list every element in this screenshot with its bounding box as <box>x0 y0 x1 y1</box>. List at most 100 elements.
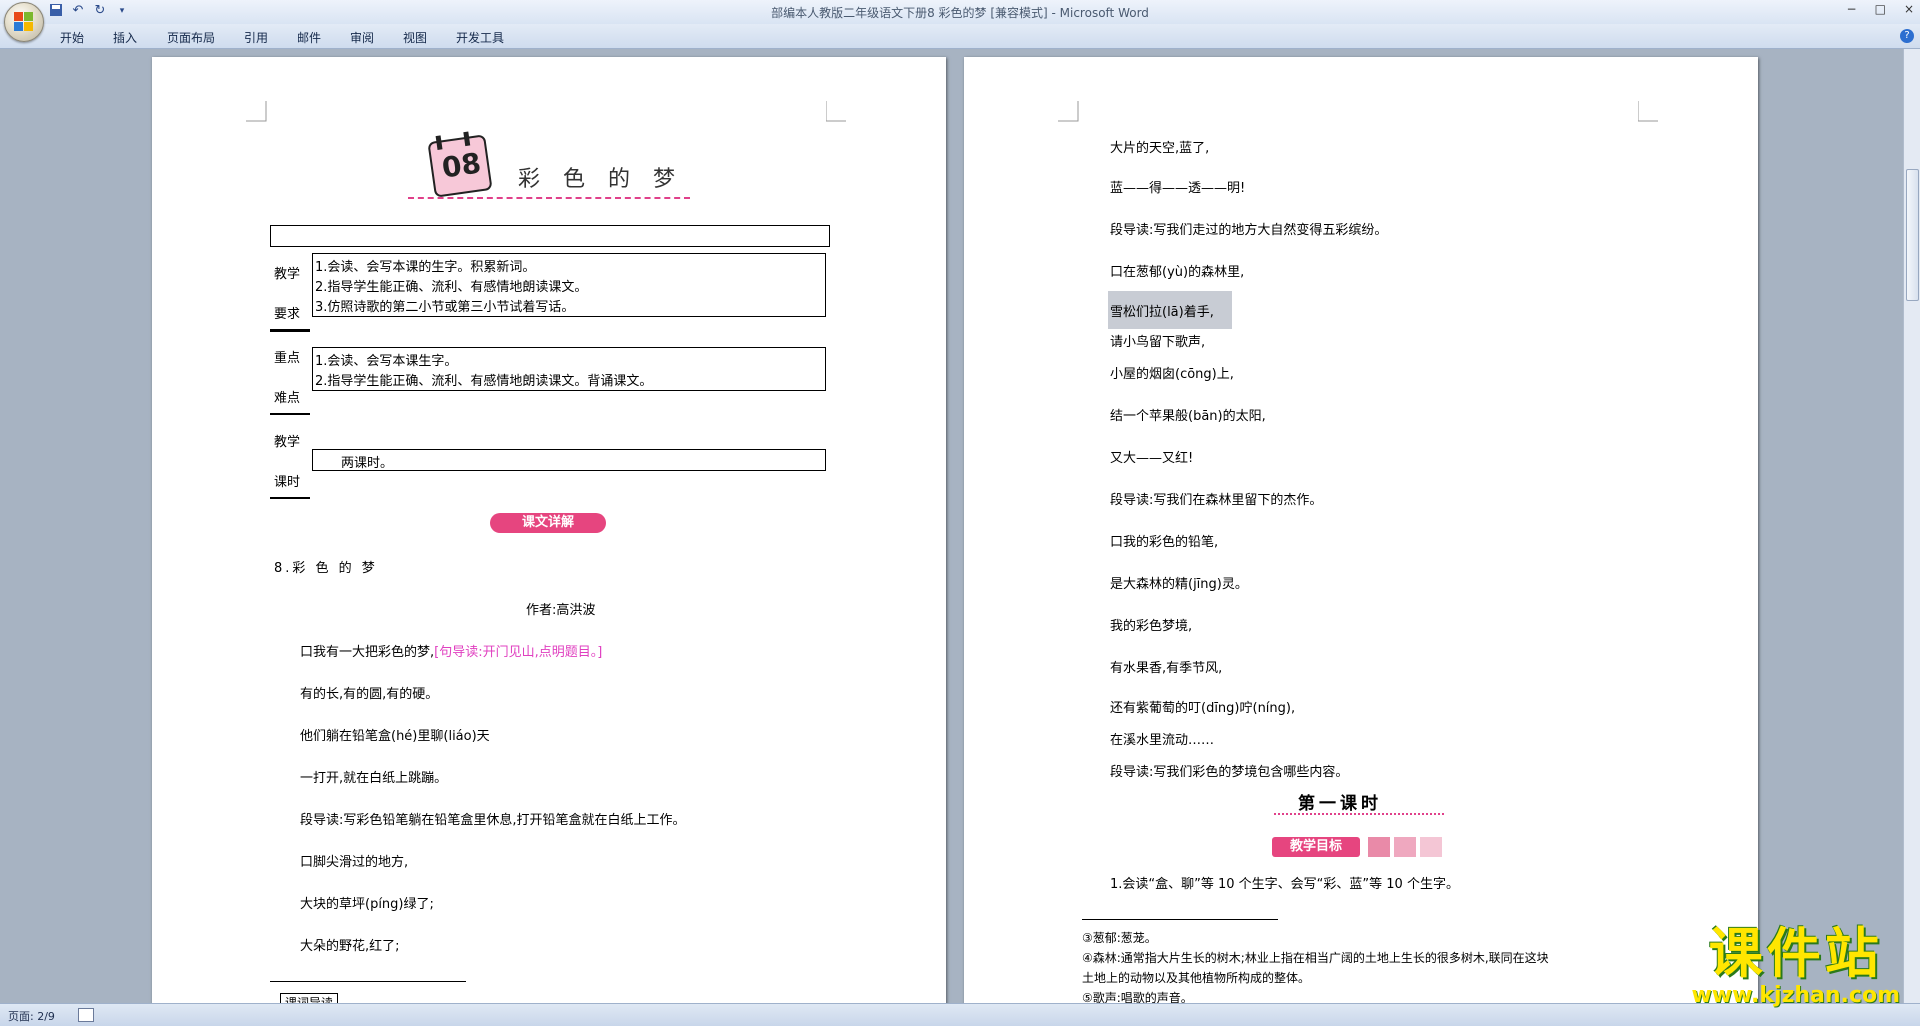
office-logo-icon <box>14 12 34 32</box>
tab-developer[interactable]: 开发工具 <box>456 29 504 46</box>
text-line: 口我的彩色的铅笔, <box>1110 535 1219 550</box>
help-icon[interactable]: ? <box>1900 29 1914 43</box>
footnote: 土地上的动物以及其他植物所构成的整体。 <box>1082 971 1311 985</box>
periods-value: 两课时。 <box>341 456 394 471</box>
text-line: 蓝——得——透——明! <box>1110 181 1246 196</box>
tab-insert[interactable]: 插入 <box>113 29 137 46</box>
margin-corner-mark <box>1638 101 1658 122</box>
document-page-right[interactable]: 大片的天空,蓝了, 蓝——得——透——明! 段导读:写我们走过的地方大自然变得五… <box>964 57 1758 1003</box>
quick-access-toolbar: ↶ ↻ ▾ <box>48 3 130 19</box>
title-bar: 部编本人教版二年级语文下册8 彩色的梦 [兼容模式] - Microsoft W… <box>0 0 1920 24</box>
goal-badge-deco <box>1394 837 1416 857</box>
text-line: 有水果香,有季节风, <box>1110 661 1223 676</box>
goal-badge-deco <box>1420 837 1442 857</box>
tab-view[interactable]: 视图 <box>403 29 427 46</box>
goal-badge-deco <box>1368 837 1390 857</box>
tab-mailings[interactable]: 邮件 <box>297 29 321 46</box>
requirement-item: 3.仿照诗歌的第二小节或第三小节试着写话。 <box>315 300 575 315</box>
goal-item: 1.会读“盒、聊”等 10 个生字、会写“彩、蓝”等 10 个生字。 <box>1110 877 1459 892</box>
watermark-title: 课件站 <box>1708 922 1883 985</box>
window-controls: − □ × <box>1847 2 1914 16</box>
text-line: 结一个苹果般(bān)的太阳, <box>1110 409 1266 424</box>
tab-home[interactable]: 开始 <box>60 29 84 46</box>
office-button[interactable] <box>4 2 44 42</box>
text-author: 作者:高洪波 <box>526 603 596 618</box>
row-label-teaching: 教学 <box>274 267 301 282</box>
page-count[interactable]: 页面: 2/9 <box>8 1008 55 1024</box>
redo-icon[interactable]: ↻ <box>92 3 108 19</box>
periods-box: 两课时。 <box>312 449 826 471</box>
requirements-box: 1.会读、会写本课的生字。积累新词。 2.指导学生能正确、流利、有感情地朗读课文… <box>312 253 826 317</box>
tab-references[interactable]: 引用 <box>244 29 268 46</box>
requirement-item: 2.指导学生能正确、流利、有感情地朗读课文。 <box>315 280 588 295</box>
row-label-requirements: 要求 <box>274 307 301 322</box>
text-line: 一打开,就在白纸上跳蹦。 <box>300 771 448 786</box>
margin-corner-mark <box>1058 101 1079 122</box>
text-line: 他们躺在铅笔盒(hé)里聊(liáo)天 <box>300 729 490 744</box>
customize-qat-icon[interactable]: ▾ <box>114 3 130 19</box>
watermark-url: www.kjzhan.com <box>1691 983 1900 1008</box>
text-line: 大片的天空,蓝了, <box>1110 141 1210 156</box>
footnote: ③葱郁:葱茏。 <box>1082 931 1157 945</box>
site-watermark: 课件站 www.kjzhan.com <box>1691 922 1900 1009</box>
close-button[interactable]: × <box>1904 2 1914 16</box>
text-line: 段导读:写我们走过的地方大自然变得五彩缤纷。 <box>1110 223 1388 238</box>
ribbon-tabs: 开始 插入 页面布局 引用 邮件 审阅 视图 开发工具 ? <box>0 24 1920 49</box>
maximize-button[interactable]: □ <box>1875 2 1886 16</box>
table-header-row <box>270 225 830 247</box>
footer-label: 课词导读 <box>280 993 338 1003</box>
text-line: 有的长,有的圆,有的硬。 <box>300 687 439 702</box>
key-points-box: 1.会读、会写本课生字。 2.指导学生能正确、流利、有感情地朗读课文。背诵课文。 <box>312 347 826 391</box>
footnote-separator <box>1082 919 1278 920</box>
tab-review[interactable]: 审阅 <box>350 29 374 46</box>
text-line: 在溪水里流动…… <box>1110 733 1215 748</box>
margin-corner-mark <box>246 101 267 122</box>
proofing-icon[interactable] <box>78 1008 94 1022</box>
undo-icon[interactable]: ↶ <box>70 3 86 19</box>
minimize-button[interactable]: − <box>1847 2 1857 16</box>
goal-badge: 教学目标 <box>1272 837 1360 857</box>
text-line: 大朵的野花,红了; <box>300 939 400 954</box>
text-line: 口在葱郁(yù)的森林里, <box>1110 265 1245 280</box>
footnote-separator <box>270 981 466 982</box>
title-underline <box>408 197 690 199</box>
text-line: 是大森林的精(jīng)灵。 <box>1110 577 1248 592</box>
text-line: 请小鸟留下歌声, <box>1110 335 1206 350</box>
text-line: 雪松们拉(lā)着手, <box>1110 305 1214 320</box>
lesson-title: 彩 色 的 梦 <box>518 167 683 192</box>
text-line: 口脚尖滑过的地方, <box>300 855 409 870</box>
text-line: 我的彩色梦境, <box>1110 619 1193 634</box>
text-title: 8.彩 色 的 梦 <box>274 561 378 576</box>
text-line: 段导读:写我们在森林里留下的杰作。 <box>1110 493 1323 508</box>
row-divider <box>270 497 310 499</box>
row-divider <box>270 413 310 415</box>
row-label-key: 重点 <box>274 351 301 366</box>
document-page-left[interactable]: 08 彩 色 的 梦 教学 要求 1.会读、会写本课的生字。积累新词。 2.指导… <box>152 57 946 1003</box>
row-label-teaching: 教学 <box>274 435 301 450</box>
key-point-item: 2.指导学生能正确、流利、有感情地朗读课文。背诵课文。 <box>315 374 653 389</box>
footnote: ⑤歌声:唱歌的声音。 <box>1082 991 1193 1003</box>
text-line: 段导读:写彩色铅笔躺在铅笔盒里休息,打开铅笔盒就在白纸上工作。 <box>300 813 686 828</box>
row-divider <box>270 329 310 332</box>
text-line: 小屋的烟囱(cōng)上, <box>1110 367 1234 382</box>
window-title: 部编本人教版二年级语文下册8 彩色的梦 [兼容模式] - Microsoft W… <box>771 6 1149 20</box>
section-title-first-period: 第一课时 <box>1298 794 1382 814</box>
text-line: 口我有一大把彩色的梦,[句导读:开门见山,点明题目。] <box>300 645 603 660</box>
footnote: ④森林:通常指大片生长的树木;林业上指在相当广阔的土地上生长的很多树木,联同在这… <box>1082 951 1549 965</box>
margin-corner-mark <box>826 101 846 122</box>
row-label-difficulty: 难点 <box>274 391 301 406</box>
text-line: 又大——又红! <box>1110 451 1194 466</box>
lesson-number: 08 <box>439 146 484 185</box>
text-line: 段导读:写我们彩色的梦境包含哪些内容。 <box>1110 765 1349 780</box>
save-icon[interactable] <box>48 3 64 19</box>
section-badge-text-detail: 课文详解 <box>490 513 606 533</box>
tab-page-layout[interactable]: 页面布局 <box>167 29 215 46</box>
row-label-periods: 课时 <box>274 475 301 490</box>
status-bar: 页面: 2/9 <box>0 1003 1920 1026</box>
vertical-scrollbar[interactable] <box>1903 49 1920 1003</box>
requirement-item: 1.会读、会写本课的生字。积累新词。 <box>315 260 536 275</box>
section-title-underline <box>1274 813 1444 815</box>
document-workspace: 08 彩 色 的 梦 教学 要求 1.会读、会写本课的生字。积累新词。 2.指导… <box>0 49 1904 1003</box>
scrollbar-thumb[interactable] <box>1906 169 1919 301</box>
text-line: 还有紫葡萄的叮(dīng)咛(níng), <box>1110 701 1296 716</box>
